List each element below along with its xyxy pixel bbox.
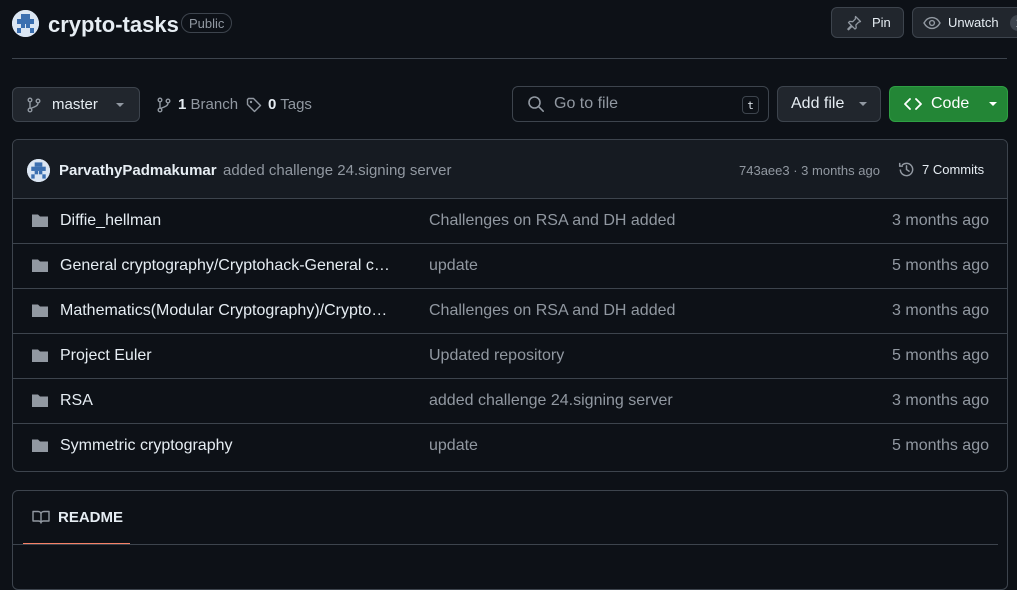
branch-name: master (52, 96, 98, 113)
search-shortcut-key: t (742, 96, 759, 114)
branch-selector[interactable]: master (12, 87, 140, 122)
folder-icon (31, 258, 49, 273)
header-divider (12, 58, 1007, 59)
file-row[interactable]: Diffie_hellman Challenges on RSA and DH … (13, 199, 1007, 244)
commit-hash-time[interactable]: 743aee3 · 3 months ago (739, 163, 880, 178)
commits-history-link[interactable]: 7 Commits (898, 161, 984, 178)
file-listing: ParvathyPadmakumar added challenge 24.si… (12, 139, 1008, 472)
eye-icon (923, 15, 941, 31)
code-label: Code (931, 95, 970, 112)
code-icon (904, 97, 922, 111)
file-commit-message[interactable]: Updated repository (429, 347, 564, 365)
chevron-down-icon (858, 101, 868, 107)
file-row[interactable]: Mathematics(Modular Cryptography)/Crypto… (13, 289, 1007, 334)
unwatch-button[interactable]: Unwatch 1 (912, 7, 1017, 38)
file-age: 5 months ago (892, 437, 989, 454)
file-commit-message[interactable]: update (429, 257, 478, 275)
folder-icon (31, 348, 49, 363)
file-age: 3 months ago (892, 302, 989, 319)
file-age: 5 months ago (892, 347, 989, 364)
file-name[interactable]: General cryptography/Cryptohack-General … (60, 257, 392, 275)
readme-divider (13, 544, 998, 545)
file-age: 5 months ago (892, 257, 989, 274)
add-file-label: Add file (791, 95, 845, 112)
folder-icon (31, 438, 49, 453)
pin-button[interactable]: Pin (831, 7, 904, 38)
file-name[interactable]: Mathematics(Modular Cryptography)/Crypto… (60, 302, 392, 320)
unwatch-label: Unwatch (948, 15, 999, 30)
git-branch-icon (156, 97, 172, 113)
file-name[interactable]: Project Euler (60, 347, 152, 365)
pin-label: Pin (872, 15, 891, 30)
commit-author[interactable]: ParvathyPadmakumar (59, 162, 217, 179)
add-file-button[interactable]: Add file (777, 86, 881, 122)
book-icon (32, 509, 50, 525)
latest-commit-bar: ParvathyPadmakumar added challenge 24.si… (13, 140, 1007, 199)
folder-icon (31, 303, 49, 318)
git-branch-icon (26, 97, 42, 113)
file-name[interactable]: RSA (60, 392, 93, 410)
commit-message[interactable]: added challenge 24.signing server (223, 162, 452, 179)
commits-label: 7 Commits (922, 162, 985, 177)
search-icon (527, 95, 545, 113)
file-commit-message[interactable]: Challenges on RSA and DH added (429, 302, 675, 320)
watch-count: 1 (1009, 14, 1017, 31)
file-commit-message[interactable]: Challenges on RSA and DH added (429, 212, 675, 230)
visibility-badge: Public (181, 13, 233, 33)
tag-icon (246, 97, 262, 113)
readme-tab[interactable]: README (23, 491, 130, 545)
search-placeholder: Go to file (554, 95, 619, 112)
file-row[interactable]: RSA added challenge 24.signing server 3 … (13, 379, 1007, 424)
readme-panel: README (12, 490, 1008, 590)
pin-icon (846, 15, 862, 31)
tags-label: Tags (280, 96, 312, 113)
file-name[interactable]: Symmetric cryptography (60, 437, 233, 455)
file-name[interactable]: Diffie_hellman (60, 212, 161, 230)
repo-name[interactable]: crypto-tasks (48, 12, 179, 38)
repo-owner-avatar[interactable] (12, 10, 39, 37)
folder-icon (31, 213, 49, 228)
readme-tab-label: README (58, 508, 124, 526)
history-icon (898, 161, 915, 178)
branches-label: Branch (190, 96, 239, 113)
file-age: 3 months ago (892, 392, 989, 409)
branches-link[interactable]: 1 Branch (156, 96, 238, 113)
tags-link[interactable]: 0 Tags (246, 96, 312, 113)
file-row[interactable]: Project Euler Updated repository 5 month… (13, 334, 1007, 379)
chevron-down-icon (115, 102, 125, 108)
commit-author-avatar[interactable] (27, 159, 50, 182)
folder-icon (31, 393, 49, 408)
chevron-down-icon (988, 101, 998, 107)
file-row[interactable]: General cryptography/Cryptohack-General … (13, 244, 1007, 289)
file-commit-message[interactable]: added challenge 24.signing server (429, 392, 673, 410)
file-row[interactable]: Symmetric cryptography update 5 months a… (13, 424, 1007, 469)
file-age: 3 months ago (892, 212, 989, 229)
code-button[interactable]: Code (889, 86, 1008, 122)
branches-count: 1 (178, 96, 187, 113)
tags-count: 0 (268, 96, 277, 113)
go-to-file-search[interactable]: Go to file t (512, 86, 769, 122)
file-commit-message[interactable]: update (429, 437, 478, 455)
